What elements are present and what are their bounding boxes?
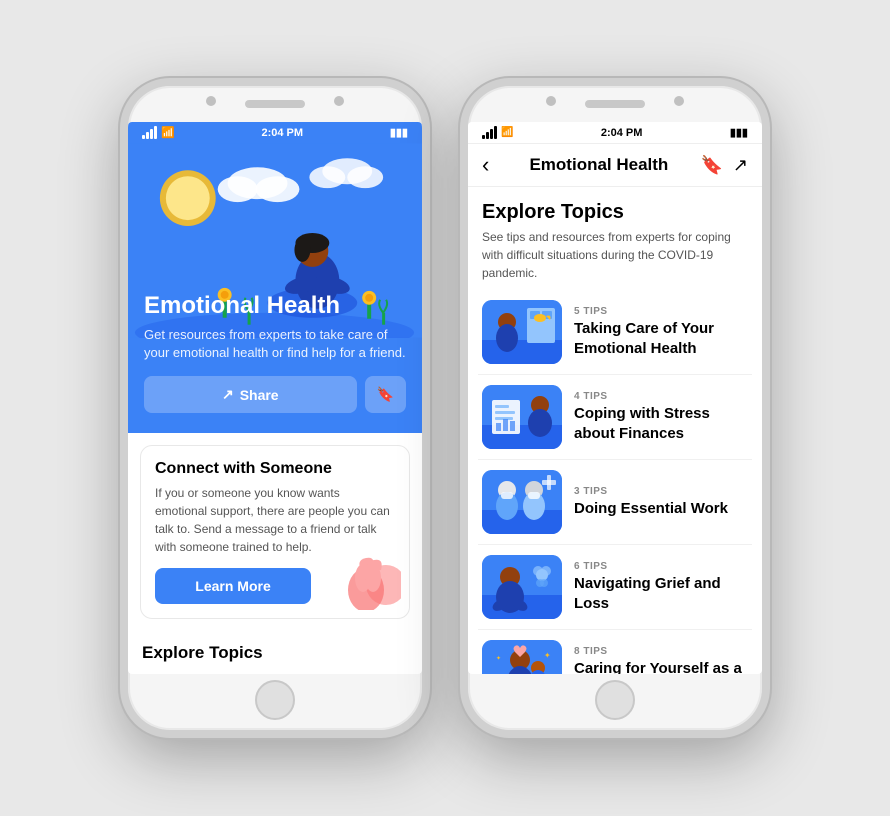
topic-count-5: 8 TIPS (574, 646, 748, 657)
phone-right: 📶 2:04 PM ▮▮▮ ‹ Emotional Health 🔖 ↗ Exp… (460, 78, 770, 738)
header-action-icons: 🔖 ↗ (700, 155, 748, 176)
topic-item-3[interactable]: 3 TIPS Doing Essential Work (478, 460, 752, 545)
explore-header-section: Explore Topics See tips and resources fr… (468, 187, 762, 290)
connect-illustration (331, 540, 401, 610)
topic-name-3: Doing Essential Work (574, 499, 728, 519)
svg-text:✦: ✦ (496, 655, 501, 662)
save-button[interactable]: 🔖 (365, 376, 406, 413)
hero-section: ‹ Emotional Health Get resources from ex… (128, 143, 422, 433)
topic-info-2: 4 TIPS Coping with Stress about Finances (574, 391, 748, 443)
back-button-right[interactable]: ‹ (482, 152, 489, 178)
share-arrow-icon: ↗ (222, 386, 234, 403)
app-header: ‹ Emotional Health 🔖 ↗ (468, 144, 762, 187)
wifi-icon: 📶 (161, 126, 175, 139)
explore-topics-desc: See tips and resources from experts for … (482, 228, 748, 282)
explore-topics-title: Explore Topics (482, 201, 748, 224)
connect-card: Connect with Someone If you or someone y… (140, 445, 410, 619)
wifi-icon-right: 📶 (501, 127, 513, 138)
topic-name-5: Caring for Yourself as a Parent (574, 659, 748, 674)
header-title: Emotional Health (497, 155, 700, 175)
battery-icon-left: ▮▮▮ (390, 126, 408, 139)
topic-count-1: 5 TIPS (574, 306, 748, 317)
bookmark-header-icon[interactable]: 🔖 (700, 155, 722, 176)
hero-title: Emotional Health (144, 292, 406, 320)
status-time-left: 2:04 PM (261, 127, 303, 139)
topic-info-3: 3 TIPS Doing Essential Work (574, 486, 728, 519)
topic-count-3: 3 TIPS (574, 486, 728, 497)
topic-list: 5 TIPS Taking Care of Your Emotional Hea… (468, 290, 762, 674)
topic-count-2: 4 TIPS (574, 391, 748, 402)
phone-left-screen: 📶 2:04 PM ▮▮▮ (128, 122, 422, 674)
topic-thumb-4 (482, 555, 562, 619)
battery-icon-right: ▮▮▮ (730, 126, 748, 139)
signal-icon-right (482, 126, 497, 139)
explore-title-phone1: Explore Topics (142, 643, 408, 663)
topic-count-4: 6 TIPS (574, 561, 748, 572)
status-bar-left: 📶 2:04 PM ▮▮▮ (128, 122, 422, 143)
topic-thumb-5: ✦ ✦ (482, 640, 562, 674)
topic-name-2: Coping with Stress about Finances (574, 404, 748, 443)
home-button-right[interactable] (595, 680, 635, 720)
topic-info-4: 6 TIPS Navigating Grief and Loss (574, 561, 748, 613)
svg-text:✦: ✦ (544, 651, 551, 660)
hero-subtitle: Get resources from experts to take care … (144, 326, 406, 362)
connect-card-title: Connect with Someone (155, 460, 395, 478)
topic-item-4[interactable]: 6 TIPS Navigating Grief and Loss (478, 545, 752, 630)
topic-name-1: Taking Care of Your Emotional Health (574, 319, 748, 358)
share-header-icon[interactable]: ↗ (733, 155, 748, 176)
share-button[interactable]: ↗ Share (144, 376, 357, 413)
topic-item-5[interactable]: ✦ ✦ 8 TIPS Caring for Yourself as a Pare… (478, 630, 752, 674)
topic-thumb-1 (482, 300, 562, 364)
bookmark-icon: 🔖 (377, 386, 394, 402)
topic-info-1: 5 TIPS Taking Care of Your Emotional Hea… (574, 306, 748, 358)
topic-thumb-3 (482, 470, 562, 534)
status-bar-right: 📶 2:04 PM ▮▮▮ (468, 122, 762, 144)
hero-actions: ↗ Share 🔖 (144, 376, 406, 413)
explore-section-phone1: Explore Topics (128, 631, 422, 669)
topic-thumb-2 (482, 385, 562, 449)
phone-right-screen: 📶 2:04 PM ▮▮▮ ‹ Emotional Health 🔖 ↗ Exp… (468, 122, 762, 674)
topic-item-2[interactable]: 4 TIPS Coping with Stress about Finances (478, 375, 752, 460)
learn-more-button[interactable]: Learn More (155, 568, 311, 604)
topic-item-1[interactable]: 5 TIPS Taking Care of Your Emotional Hea… (478, 290, 752, 375)
signal-icon (142, 126, 157, 139)
phone-left: 📶 2:04 PM ▮▮▮ (120, 78, 430, 738)
home-button[interactable] (255, 680, 295, 720)
status-time-right: 2:04 PM (601, 127, 643, 139)
topic-name-4: Navigating Grief and Loss (574, 574, 748, 613)
topic-info-5: 8 TIPS Caring for Yourself as a Parent (574, 646, 748, 674)
